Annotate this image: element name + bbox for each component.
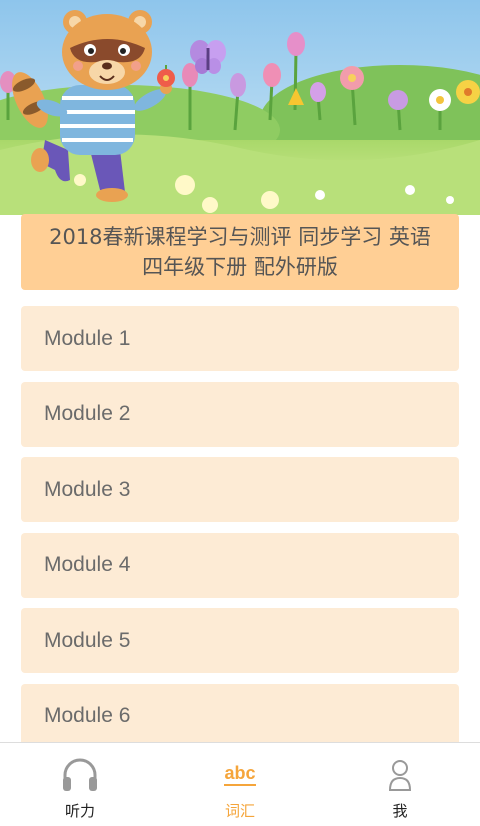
tab-listening[interactable]: 听力 [0,743,160,826]
module-label: Module 1 [44,326,131,350]
tab-label: 词汇 [224,802,255,820]
header-banner [0,0,480,215]
banner-illustration [0,0,480,215]
module-item-4[interactable]: Module 4 [21,532,459,598]
book-title-text: 2018春新课程学习与测评 同步学习 英语 四年级下册 配外研版 [49,225,431,279]
module-item-6[interactable]: Module 6 [21,683,459,742]
module-label: Module 3 [44,477,131,501]
person-icon [388,755,412,795]
headphones-icon [61,755,99,795]
book-title: 2018春新课程学习与测评 同步学习 英语 四年级下册 配外研版 [21,214,459,290]
module-label: Module 4 [44,553,131,576]
module-label: Module 5 [44,628,131,652]
module-item-5[interactable]: Module 5 [21,608,459,673]
tab-label: 我 [392,802,408,820]
module-label: Module 6 [44,704,131,727]
tab-label: 听力 [64,802,95,820]
module-item-2[interactable]: Module 2 [21,381,459,447]
module-item-3[interactable]: Module 3 [21,457,459,522]
abc-icon: abc [224,755,256,795]
module-item-1[interactable]: Module 1 [21,306,459,371]
abc-icon-text: abc [224,764,256,786]
tab-me[interactable]: 我 [320,743,480,826]
module-list: Module 1 Module 2 Module 3 Module 4 Modu… [21,306,459,742]
bottom-tab-bar: 听力 abc 词汇 我 [0,742,480,826]
module-label: Module 2 [44,402,131,425]
tab-vocabulary[interactable]: abc 词汇 [160,743,320,826]
